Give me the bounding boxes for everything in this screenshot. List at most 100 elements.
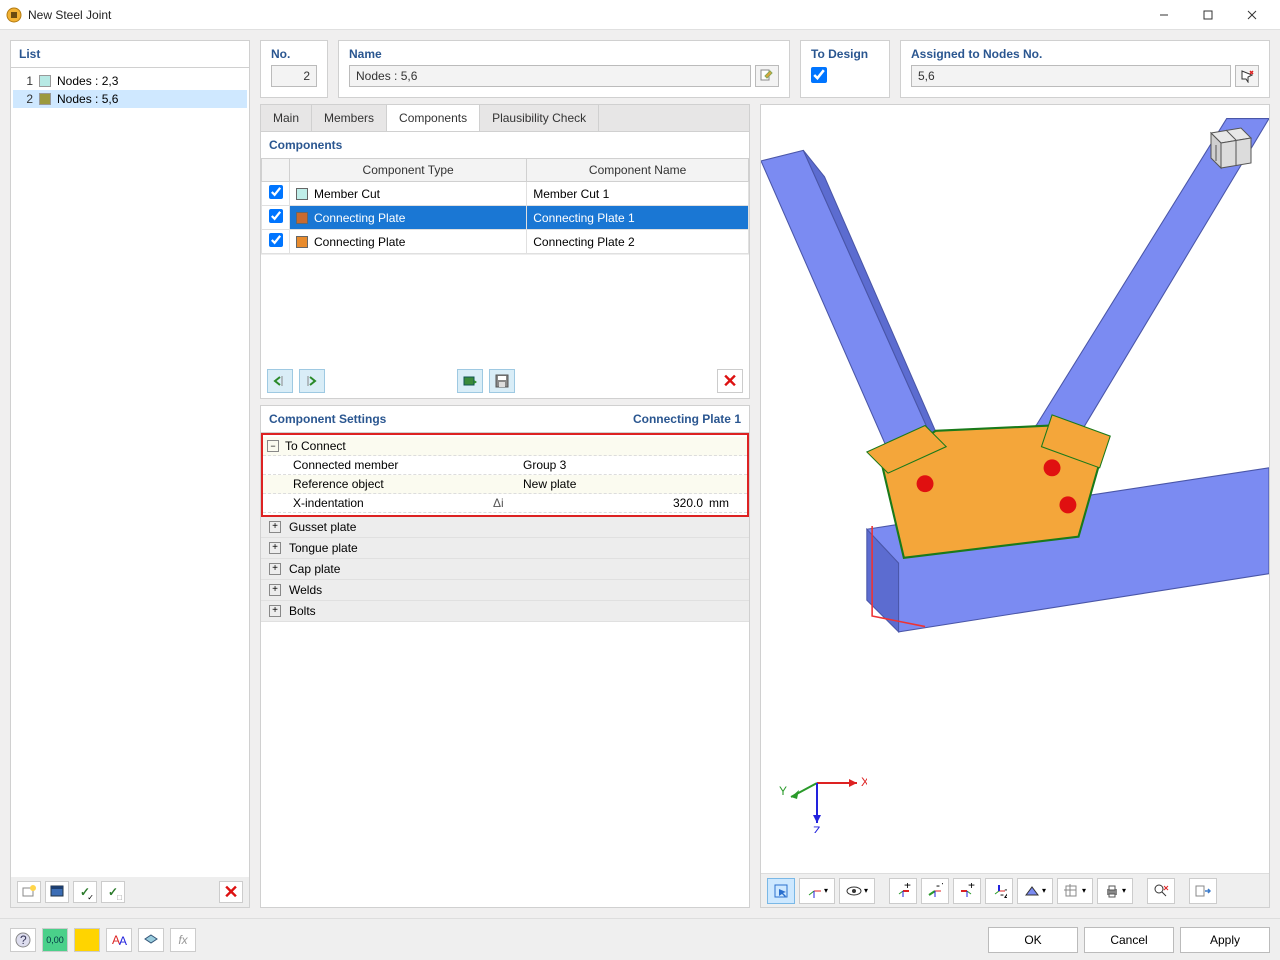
header-fields: No. Name To Design Assigned to Nodes No.	[260, 40, 1270, 98]
tree-group-gusset[interactable]: +Gusset plate	[261, 517, 749, 538]
tree-group-to-connect[interactable]: − To Connect	[263, 437, 747, 456]
units-button[interactable]: 0,00	[42, 928, 68, 952]
row-checkbox[interactable]	[269, 185, 283, 199]
view-px-button[interactable]: +X	[889, 878, 917, 904]
axis-triad-icon: X Y Z	[777, 743, 867, 833]
save-button[interactable]	[489, 369, 515, 393]
color-button[interactable]	[74, 928, 100, 952]
table-row[interactable]: Connecting Plate Connecting Plate 2	[262, 230, 749, 254]
fx-button[interactable]: fx	[170, 928, 196, 952]
uncheckall-button[interactable]: ✓□	[101, 881, 125, 903]
view-nx-button[interactable]: +Y	[953, 878, 981, 904]
design-checkbox[interactable]	[811, 67, 827, 83]
color-swatch	[296, 212, 308, 224]
app-icon	[6, 7, 22, 23]
zoom-reset-button[interactable]	[1147, 878, 1175, 904]
list-item[interactable]: 2 Nodes : 5,6	[13, 90, 247, 108]
viewer-toolbar: ▾ ▾ +X -Y +Y -Z ▾ ▾ ▾	[761, 873, 1269, 907]
new-item-button[interactable]	[17, 881, 41, 903]
move-right-button[interactable]	[299, 369, 325, 393]
tree-group-welds[interactable]: +Welds	[261, 580, 749, 601]
viewer-canvas[interactable]: X Y Z	[761, 105, 1269, 873]
components-table[interactable]: Component Type Component Name Member Cut…	[261, 158, 749, 254]
expand-icon[interactable]: +	[269, 542, 281, 554]
help-button[interactable]: ?	[10, 928, 36, 952]
svg-text:A: A	[119, 934, 127, 948]
wireframe-button[interactable]: ▾	[1057, 878, 1093, 904]
tree-group-cap[interactable]: +Cap plate	[261, 559, 749, 580]
row-checkbox[interactable]	[269, 209, 283, 223]
svg-text:-Y: -Y	[936, 883, 943, 892]
tree-row-connected-member[interactable]: Connected member Group 3	[263, 456, 747, 475]
table-row[interactable]: Connecting Plate Connecting Plate 1	[262, 206, 749, 230]
apply-button[interactable]: Apply	[1180, 927, 1270, 953]
no-input[interactable]	[271, 65, 317, 87]
svg-text:Z: Z	[813, 824, 820, 833]
list-body[interactable]: 1 Nodes : 2,3 2 Nodes : 5,6	[11, 68, 249, 877]
to-connect-highlight: − To Connect Connected member Group 3	[261, 433, 749, 517]
ok-button[interactable]: OK	[988, 927, 1078, 953]
tab-members[interactable]: Members	[312, 105, 387, 131]
table-row[interactable]: Member Cut Member Cut 1	[262, 182, 749, 206]
tree-group-tongue[interactable]: +Tongue plate	[261, 538, 749, 559]
svg-text:+Y: +Y	[968, 883, 975, 892]
tab-plausibility[interactable]: Plausibility Check	[480, 105, 599, 131]
close-button[interactable]	[1230, 1, 1274, 29]
footer: ? 0,00 AA fx OK Cancel Apply	[0, 918, 1280, 960]
collapse-icon[interactable]: −	[267, 440, 279, 452]
nodes-label: Assigned to Nodes No.	[911, 47, 1259, 61]
view-py-button[interactable]: -Y	[921, 878, 949, 904]
detach-view-button[interactable]	[1189, 878, 1217, 904]
design-label: To Design	[811, 47, 879, 61]
components-title: Components	[261, 132, 749, 158]
import-button[interactable]	[457, 369, 483, 393]
titlebar: New Steel Joint	[0, 0, 1280, 30]
font-button[interactable]: AA	[106, 928, 132, 952]
layer-button[interactable]	[138, 928, 164, 952]
row-checkbox[interactable]	[269, 233, 283, 247]
name-label: Name	[349, 47, 779, 61]
components-panel: Components Component Type Component Name…	[260, 131, 750, 399]
move-left-button[interactable]	[267, 369, 293, 393]
tab-main[interactable]: Main	[261, 105, 312, 131]
window-button[interactable]	[45, 881, 69, 903]
checkall-button[interactable]: ✓✓	[73, 881, 97, 903]
cancel-button[interactable]: Cancel	[1084, 927, 1174, 953]
tree-group-bolts[interactable]: +Bolts	[261, 601, 749, 622]
svg-text:Y: Y	[779, 784, 787, 798]
tree-row-reference-object[interactable]: Reference object New plate	[263, 475, 747, 494]
no-label: No.	[271, 47, 317, 61]
print-button[interactable]: ▾	[1097, 878, 1133, 904]
view-select-button[interactable]	[767, 878, 795, 904]
color-swatch	[296, 236, 308, 248]
expand-icon[interactable]: +	[269, 584, 281, 596]
maximize-button[interactable]	[1186, 1, 1230, 29]
nodes-input[interactable]	[911, 65, 1231, 87]
edit-name-button[interactable]	[755, 65, 779, 87]
settings-subtitle: Connecting Plate 1	[633, 412, 741, 426]
viewer-panel: X Y Z ▾ ▾ +X -Y +Y -Z ▾	[760, 104, 1270, 908]
expand-icon[interactable]: +	[269, 563, 281, 575]
nav-cube-icon[interactable]	[1191, 113, 1261, 183]
svg-text:+X: +X	[904, 883, 911, 892]
view-eye-button[interactable]: ▾	[839, 878, 875, 904]
render-mode-button[interactable]: ▾	[1017, 878, 1053, 904]
name-input[interactable]	[349, 65, 751, 87]
expand-icon[interactable]: +	[269, 605, 281, 617]
tree-row-x-indentation[interactable]: X-indentation Δi 320.0 mm	[263, 494, 747, 513]
list-item[interactable]: 1 Nodes : 2,3	[13, 72, 247, 90]
color-swatch	[39, 75, 51, 87]
tab-components[interactable]: Components	[387, 105, 480, 131]
delete-component-button[interactable]: ✕	[717, 369, 743, 393]
window-title: New Steel Joint	[28, 8, 1142, 22]
expand-icon[interactable]: +	[269, 521, 281, 533]
delete-list-button[interactable]: ✕	[219, 881, 243, 903]
minimize-button[interactable]	[1142, 1, 1186, 29]
list-toolbar: ✓✓ ✓□ ✕	[11, 877, 249, 907]
settings-title: Component Settings	[269, 412, 386, 426]
color-swatch	[296, 188, 308, 200]
view-pz-button[interactable]: -Z	[985, 878, 1013, 904]
pick-nodes-button[interactable]	[1235, 65, 1259, 87]
color-swatch	[39, 93, 51, 105]
view-axis-button[interactable]: ▾	[799, 878, 835, 904]
